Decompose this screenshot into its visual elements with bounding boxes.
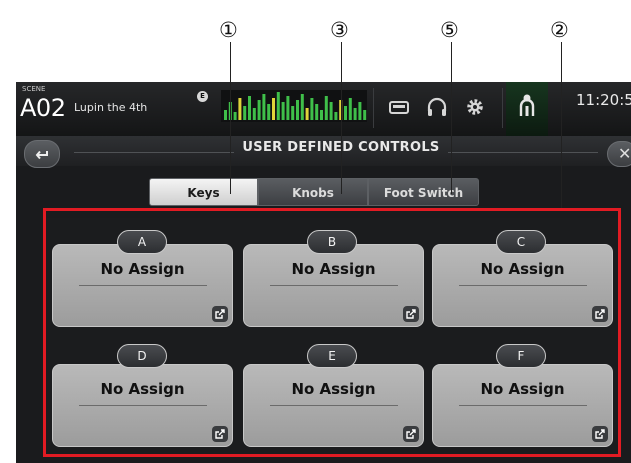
key-d-button[interactable]: No Assign <box>52 364 233 447</box>
key-d-value: No Assign <box>100 380 185 398</box>
external-link-icon <box>212 426 228 442</box>
key-e-button[interactable]: No Assign <box>243 364 424 447</box>
key-a-label: A <box>117 230 167 254</box>
key-c-button[interactable]: No Assign <box>432 244 613 327</box>
back-button[interactable] <box>24 140 60 168</box>
divider <box>459 285 587 286</box>
gear-icon <box>467 99 483 115</box>
callout-2: ② <box>550 18 569 42</box>
scene-label: SCENE <box>22 85 46 93</box>
scene-number[interactable]: A02 <box>20 94 66 122</box>
key-c-value: No Assign <box>480 260 565 278</box>
meter-bars-icon <box>224 92 367 120</box>
divider <box>270 405 398 406</box>
key-a-button[interactable]: No Assign <box>52 244 233 327</box>
divider <box>79 405 207 406</box>
key-f-label: F <box>496 344 546 368</box>
external-link-icon <box>403 426 419 442</box>
callout-3: ③ <box>330 18 349 42</box>
key-b-value: No Assign <box>291 260 376 278</box>
callout-1: ① <box>219 18 238 42</box>
callout-3-leader <box>341 42 342 194</box>
tab-foot-switch[interactable]: Foot Switch <box>368 178 479 206</box>
user-defined-controls-button[interactable] <box>506 82 548 136</box>
key-a-value: No Assign <box>100 260 185 278</box>
callout-1-leader <box>230 42 231 194</box>
callout-5-leader <box>451 42 452 194</box>
settings-button[interactable] <box>462 94 488 120</box>
recorder-button[interactable] <box>386 94 412 120</box>
callout-5: ⑤ <box>440 18 459 42</box>
scene-name[interactable]: Lupin the 4th <box>74 101 147 114</box>
key-c-label: C <box>496 230 546 254</box>
external-link-icon <box>212 306 228 322</box>
back-arrow-icon <box>35 150 48 160</box>
divider <box>373 88 374 128</box>
key-b-label: B <box>307 230 357 254</box>
close-icon: ✕ <box>618 144 631 163</box>
divider <box>502 88 503 128</box>
external-link-icon <box>403 306 419 322</box>
key-e-value: No Assign <box>291 380 376 398</box>
headphones-button[interactable] <box>424 94 450 120</box>
key-f-value: No Assign <box>480 380 565 398</box>
title-rule <box>74 152 234 153</box>
clock: 11:20:5 <box>576 91 631 109</box>
tab-keys[interactable]: Keys <box>149 178 258 206</box>
close-button[interactable]: ✕ <box>607 141 631 167</box>
user-icon <box>519 94 535 116</box>
scene-edit-badge: E <box>197 91 208 102</box>
divider <box>270 285 398 286</box>
title-rule <box>448 152 598 153</box>
mixer-screen: SCENE A02 Lupin the 4th E 11:20:5 USER D… <box>16 82 631 463</box>
callout-2-leader <box>561 42 562 208</box>
key-b-button[interactable]: No Assign <box>243 244 424 327</box>
level-meters[interactable] <box>221 90 367 122</box>
divider <box>79 285 207 286</box>
key-e-label: E <box>307 344 357 368</box>
key-f-button[interactable]: No Assign <box>432 364 613 447</box>
recorder-icon <box>389 101 409 114</box>
divider <box>459 405 587 406</box>
headphones-icon <box>427 97 447 116</box>
external-link-icon <box>592 426 608 442</box>
key-d-label: D <box>117 344 167 368</box>
tab-knobs[interactable]: Knobs <box>258 178 368 206</box>
top-bar: SCENE A02 Lupin the 4th E 11:20:5 <box>16 82 631 136</box>
external-link-icon <box>592 306 608 322</box>
